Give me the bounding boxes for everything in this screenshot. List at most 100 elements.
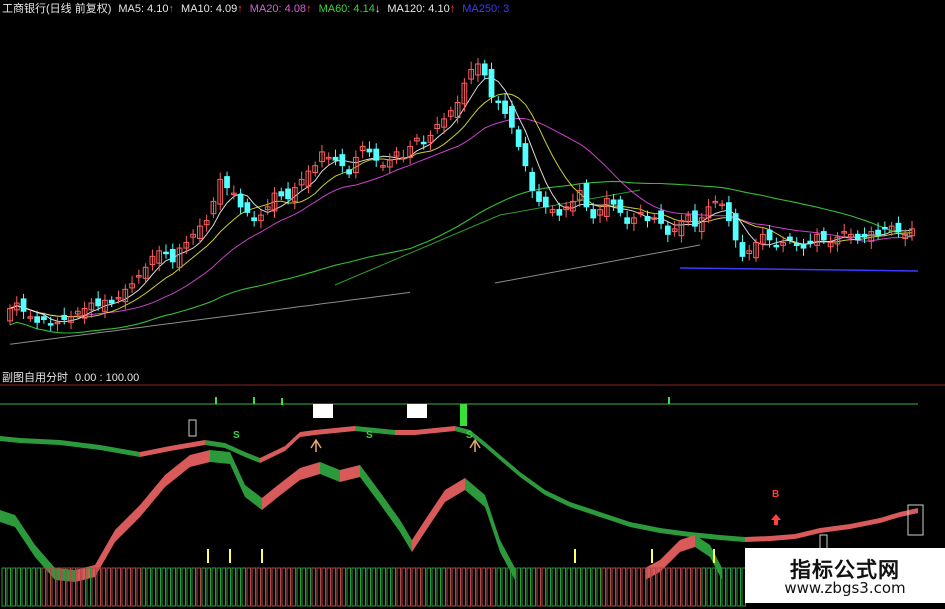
candle-body bbox=[536, 191, 542, 202]
bottom-bar bbox=[666, 567, 671, 607]
ma5-readout: MA5: 4.10↑ bbox=[118, 3, 175, 15]
candle-body bbox=[515, 129, 522, 147]
candle-body bbox=[881, 226, 888, 230]
bottom-bar bbox=[6, 567, 11, 607]
bottom-bar bbox=[606, 567, 611, 607]
bottom-bar bbox=[541, 567, 546, 607]
osc-wave-segment bbox=[485, 495, 500, 552]
candle-body bbox=[583, 183, 590, 208]
candle-body bbox=[20, 298, 27, 312]
bottom-bar bbox=[461, 567, 466, 607]
bottom-bar bbox=[631, 567, 636, 607]
bottom-bar bbox=[551, 567, 556, 607]
bottom-bar bbox=[736, 567, 741, 607]
osc-segment bbox=[795, 528, 820, 539]
osc-segment bbox=[100, 445, 140, 457]
bottom-bar bbox=[311, 567, 316, 607]
signal-arrow-icon bbox=[310, 438, 322, 452]
signal-block bbox=[407, 404, 427, 418]
signal-b-label: B bbox=[772, 489, 779, 500]
candle-body bbox=[502, 100, 508, 114]
candle-body bbox=[522, 143, 529, 167]
bottom-bar bbox=[296, 567, 301, 607]
osc-wave-segment bbox=[210, 450, 230, 464]
candle-body bbox=[590, 209, 597, 219]
osc-segment bbox=[545, 490, 570, 507]
bottom-bar bbox=[711, 567, 716, 607]
candle-body bbox=[617, 199, 624, 213]
bottom-bar bbox=[371, 567, 376, 607]
candle-body bbox=[366, 148, 373, 153]
signal-tick bbox=[668, 397, 670, 404]
bottom-bar bbox=[301, 567, 306, 607]
bottom-bar bbox=[171, 567, 176, 607]
yellow-marker bbox=[207, 549, 209, 563]
osc-segment bbox=[600, 512, 630, 527]
bottom-bar bbox=[456, 567, 461, 607]
osc-segment bbox=[500, 455, 520, 477]
stock-chart-canvas[interactable]: S S S B bbox=[0, 0, 945, 609]
osc-wave-segment bbox=[425, 490, 445, 532]
candle-body bbox=[237, 193, 244, 208]
yellow-marker bbox=[261, 549, 263, 563]
bottom-bar bbox=[321, 567, 326, 607]
osc-segment bbox=[660, 528, 690, 537]
osc-segment bbox=[900, 508, 918, 517]
bottom-bar bbox=[101, 567, 106, 607]
candle-body bbox=[61, 314, 68, 321]
ma120-line bbox=[9, 291, 411, 345]
candle-body bbox=[420, 141, 427, 145]
bottom-bar bbox=[41, 567, 46, 607]
bottom-bar bbox=[516, 567, 521, 607]
candle-body bbox=[508, 106, 515, 128]
bottom-bar bbox=[31, 567, 36, 607]
bottom-bar bbox=[636, 567, 641, 607]
bottom-bar bbox=[431, 567, 436, 607]
bottom-bar bbox=[641, 567, 646, 607]
candle-body bbox=[332, 156, 339, 161]
bottom-bar bbox=[531, 567, 536, 607]
bottom-bar bbox=[506, 567, 511, 607]
bottom-bar bbox=[486, 567, 491, 607]
buy-arrow-icon bbox=[771, 514, 781, 525]
candle-body bbox=[373, 148, 380, 161]
osc-wave-segment bbox=[230, 452, 245, 497]
osc-segment bbox=[520, 472, 545, 495]
signal-s-label: S bbox=[466, 430, 473, 441]
bottom-bar bbox=[231, 567, 236, 607]
candle-body bbox=[529, 172, 536, 191]
bottom-bar bbox=[596, 567, 601, 607]
osc-wave-segment bbox=[380, 492, 400, 532]
site-watermark: 指标公式网 www.zbgs3.com bbox=[745, 548, 945, 603]
bottom-bar bbox=[616, 567, 621, 607]
candle-body bbox=[41, 316, 47, 321]
ma250-line bbox=[679, 267, 919, 272]
bottom-bar bbox=[161, 567, 166, 607]
osc-wave-segment bbox=[300, 462, 320, 480]
bottom-bar bbox=[696, 567, 701, 607]
bottom-bar bbox=[671, 567, 676, 607]
candle-body bbox=[495, 100, 502, 104]
bottom-bar bbox=[601, 567, 606, 607]
bottom-bar bbox=[16, 567, 21, 607]
bottom-bar bbox=[626, 567, 631, 607]
candle-body bbox=[34, 316, 41, 323]
sub-chart-header: 副图自用分时 0.00 : 100.00 bbox=[2, 372, 146, 385]
osc-wave-segment bbox=[360, 465, 380, 504]
bottom-bar bbox=[351, 567, 356, 607]
osc-wave-segment bbox=[15, 515, 35, 557]
bottom-bar bbox=[121, 567, 126, 607]
osc-wave-segment bbox=[190, 450, 210, 467]
bottom-bar bbox=[226, 567, 231, 607]
watermark-url: www.zbgs3.com bbox=[784, 579, 906, 597]
bottom-bar bbox=[416, 567, 421, 607]
bottom-bar bbox=[286, 567, 291, 607]
bottom-bar bbox=[706, 567, 711, 607]
candle-body bbox=[488, 68, 495, 98]
candle-body bbox=[875, 229, 881, 235]
candle-body bbox=[624, 217, 631, 224]
bottom-bar bbox=[366, 567, 371, 607]
signal-block bbox=[313, 404, 333, 418]
bottom-bar bbox=[411, 567, 416, 607]
candle-body bbox=[224, 176, 230, 189]
